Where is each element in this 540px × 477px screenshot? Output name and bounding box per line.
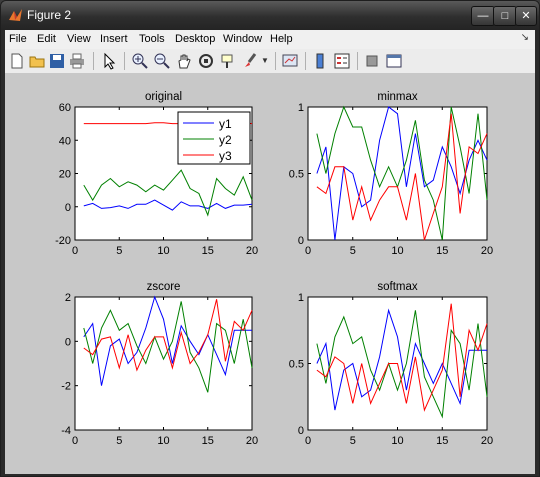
rotate-3d-icon[interactable] xyxy=(197,52,215,70)
menu-view[interactable]: View xyxy=(67,33,91,45)
chart-1-title: minmax xyxy=(377,91,418,103)
data-cursor-icon[interactable] xyxy=(219,52,237,70)
menu-help[interactable]: Help xyxy=(270,33,293,45)
chart-0-xtick-label: 10 xyxy=(157,245,169,257)
chart-0-xtick-label: 5 xyxy=(116,245,122,257)
title-bar[interactable]: Figure 2 — □ ✕ xyxy=(1,1,539,30)
close-icon[interactable]: ✕ xyxy=(515,6,537,26)
chart-0-title: original xyxy=(145,91,182,103)
zoom-out-icon[interactable] xyxy=(153,52,171,70)
figure-canvas: original 0 5 10 15 20 -20 0 20 40 60 y1 y2 y3 minmax 0 5… xyxy=(5,74,535,474)
chart-3-ytick-label: 0 xyxy=(298,425,304,437)
figure-toolbar: ▼ xyxy=(5,49,535,74)
open-folder-icon[interactable] xyxy=(28,52,46,70)
chart-2-ytick-label: 0 xyxy=(65,336,71,348)
chart-0-ytick-label: 0 xyxy=(65,202,71,214)
link-plot-icon[interactable] xyxy=(281,52,299,70)
chart-0-ytick-label: 20 xyxy=(59,169,71,181)
pointer-icon[interactable] xyxy=(100,52,118,70)
chart-0-xtick-label: 15 xyxy=(202,245,214,257)
chart-2-xtick-label: 15 xyxy=(202,435,214,447)
subplot-grid: original0 5 10 15 20-200204060y1y2y3minmax0 5… xyxy=(55,91,493,447)
chart-0-legend[interactable] xyxy=(177,111,251,165)
chart-2-ytick-label: -2 xyxy=(61,381,71,393)
menu-file[interactable]: File xyxy=(9,33,27,45)
dock-arrow-icon[interactable]: ↘ xyxy=(521,32,529,43)
chart-1-axes[interactable] xyxy=(307,106,488,241)
chart-2-xtick-label: 20 xyxy=(246,435,258,447)
chart-0-ytick-label: -20 xyxy=(55,235,71,247)
toolbar-separator xyxy=(275,52,276,70)
maximize-icon[interactable]: □ xyxy=(493,6,517,26)
chart-2-xtick-label: 10 xyxy=(157,435,169,447)
chart-1-xtick-label: 0 xyxy=(305,245,311,257)
pan-hand-icon[interactable] xyxy=(175,52,193,70)
minimize-icon[interactable]: — xyxy=(471,6,495,26)
chart-1-xtick-label: 15 xyxy=(436,245,448,257)
toolbar-separator xyxy=(124,52,125,70)
menu-tools[interactable]: Tools xyxy=(139,33,165,45)
chart-3-xtick-label: 10 xyxy=(391,435,403,447)
brush-icon[interactable] xyxy=(241,52,259,70)
show-plot-tools-icon[interactable] xyxy=(385,52,403,70)
chart-0-xtick-label: 20 xyxy=(246,245,258,257)
matlab-logo-icon xyxy=(9,9,22,21)
chart-0-ytick-label: 60 xyxy=(59,102,71,114)
chart-3-xtick-label: 15 xyxy=(436,435,448,447)
chart-0-legend-label-y3: y3 xyxy=(219,149,232,163)
legend-icon[interactable] xyxy=(333,52,351,70)
chart-2-xtick-label: 5 xyxy=(116,435,122,447)
chart-1-ytick-label: 0 xyxy=(298,235,304,247)
figure-window: Figure 2 — □ ✕ File Edit View Insert Too… xyxy=(0,0,540,477)
print-icon[interactable] xyxy=(68,52,86,70)
toolbar-separator xyxy=(357,52,358,70)
chart-2-axes[interactable] xyxy=(74,296,253,431)
menu-desktop[interactable]: Desktop xyxy=(175,33,215,45)
menu-bar: File Edit View Insert Tools Desktop Wind… xyxy=(5,30,535,49)
chart-0-legend-label-y2: y2 xyxy=(219,133,232,147)
chart-2-ytick-label: -4 xyxy=(61,425,71,437)
menu-edit[interactable]: Edit xyxy=(37,33,56,45)
chart-0-legend-label-y1: y1 xyxy=(219,117,232,131)
chart-3-xtick-label: 0 xyxy=(305,435,311,447)
chart-0-xtick-label: 0 xyxy=(72,245,78,257)
new-file-icon[interactable] xyxy=(8,52,26,70)
chart-1-ytick-label: 0.5 xyxy=(289,169,304,181)
menu-window[interactable]: Window xyxy=(223,33,262,45)
chart-3-title: softmax xyxy=(377,281,418,293)
chart-1-ytick-label: 1 xyxy=(298,102,304,114)
chart-3-xtick-label: 20 xyxy=(481,435,493,447)
hide-plot-tools-icon[interactable] xyxy=(363,52,381,70)
toolbar-separator xyxy=(93,52,94,70)
chart-2-title: zscore xyxy=(147,281,181,293)
chart-1-xtick-label: 20 xyxy=(481,245,493,257)
window-title: Figure 2 xyxy=(27,8,72,22)
menu-insert[interactable]: Insert xyxy=(100,33,128,45)
chart-1-xtick-label: 5 xyxy=(350,245,356,257)
save-icon[interactable] xyxy=(48,52,66,70)
zoom-in-icon[interactable] xyxy=(131,52,149,70)
chart-3-ytick-label: 0.5 xyxy=(289,359,304,371)
chart-2-xtick-label: 0 xyxy=(72,435,78,447)
chart-0-ytick-label: 40 xyxy=(59,135,71,147)
chart-2-ytick-label: 2 xyxy=(65,292,71,304)
colorbar-icon[interactable] xyxy=(311,52,329,70)
chart-3-ytick-label: 1 xyxy=(298,292,304,304)
brush-dropdown-icon[interactable]: ▼ xyxy=(261,52,279,70)
chart-3-xtick-label: 5 xyxy=(350,435,356,447)
toolbar-separator xyxy=(305,52,306,70)
chart-1-xtick-label: 10 xyxy=(391,245,403,257)
